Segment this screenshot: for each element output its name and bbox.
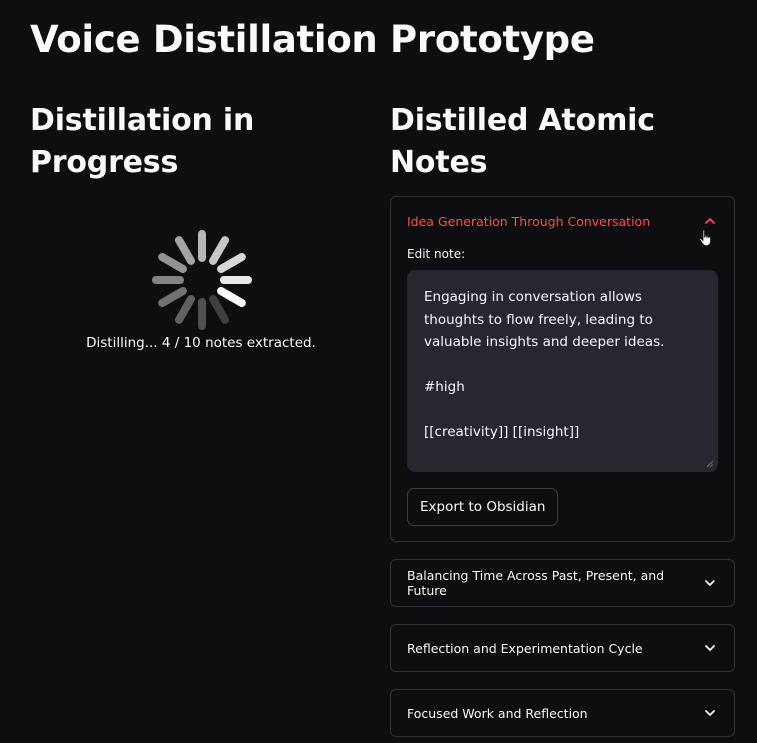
app-page: Voice Distillation Prototype Distillatio… bbox=[0, 0, 757, 743]
chevron-up-icon bbox=[705, 218, 715, 224]
note-textarea-container bbox=[407, 270, 718, 472]
loading-spinner-icon bbox=[152, 230, 252, 330]
note-expander-header[interactable]: Focused Work and Reflection bbox=[391, 690, 734, 736]
spinner-spoke bbox=[209, 236, 229, 265]
note-expander-collapsed: Reflection and Experimentation Cycle bbox=[390, 624, 735, 672]
edit-note-label: Edit note: bbox=[407, 247, 466, 261]
note-expander-header[interactable]: Balancing Time Across Past, Present, and… bbox=[391, 560, 734, 606]
notes-list: Idea Generation Through Conversation Edi… bbox=[390, 196, 735, 737]
note-title: Balancing Time Across Past, Present, and… bbox=[407, 568, 665, 598]
chevron-down-icon bbox=[705, 580, 715, 586]
spinner-spoke bbox=[175, 295, 195, 324]
chevron-down-icon bbox=[705, 645, 715, 651]
spinner-spoke bbox=[175, 236, 195, 265]
spinner-spoke bbox=[158, 287, 187, 307]
export-to-obsidian-button[interactable]: Export to Obsidian bbox=[407, 488, 559, 526]
note-expander-collapsed: Balancing Time Across Past, Present, and… bbox=[390, 559, 735, 607]
note-expander-expanded: Idea Generation Through Conversation Edi… bbox=[390, 196, 735, 542]
right-column: Distilled Atomic Notes Idea Generation T… bbox=[390, 100, 735, 743]
app-title: Voice Distillation Prototype bbox=[30, 18, 595, 61]
progress-heading: Distillation in Progress bbox=[30, 103, 255, 180]
note-title: Focused Work and Reflection bbox=[407, 705, 588, 721]
notes-heading: Distilled Atomic Notes bbox=[390, 103, 655, 180]
chevron-down-icon bbox=[705, 710, 715, 716]
spinner-spoke bbox=[217, 253, 246, 273]
resize-grip-icon[interactable] bbox=[706, 460, 714, 468]
note-expander-collapsed: Focused Work and Reflection bbox=[390, 689, 735, 737]
edit-note-textarea[interactable] bbox=[407, 270, 718, 472]
spinner-spoke bbox=[158, 253, 187, 273]
note-expander-body: Edit note: Export to Obsidian bbox=[391, 245, 734, 541]
left-column: Distillation in Progress Distilling... 4… bbox=[30, 100, 360, 351]
spinner-spoke bbox=[217, 287, 246, 307]
hand-pointer-icon bbox=[699, 229, 712, 247]
distilling-status-text: Distilling... 4 / 10 notes extracted. bbox=[86, 335, 316, 351]
note-expander-header[interactable]: Reflection and Experimentation Cycle bbox=[391, 625, 734, 671]
note-title: Idea Generation Through Conversation bbox=[407, 213, 651, 229]
note-title: Reflection and Experimentation Cycle bbox=[407, 640, 643, 656]
note-expander-header[interactable]: Idea Generation Through Conversation bbox=[391, 197, 734, 245]
spinner-spoke bbox=[209, 295, 229, 324]
